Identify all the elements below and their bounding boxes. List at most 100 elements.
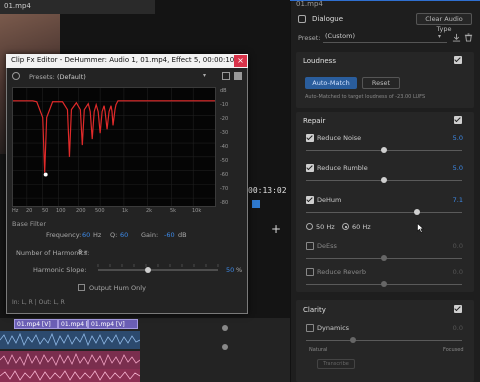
clear-audio-type-button[interactable]: Clear Audio Type	[416, 13, 472, 33]
auto-match-note: Auto-Matched to target loudness of -23.0…	[305, 94, 426, 100]
repair-row-slider-thumb[interactable]	[381, 147, 387, 153]
hz-tick-label: 5k	[170, 208, 177, 214]
hz-60-radio[interactable]	[342, 223, 349, 230]
harmonic-slope-value[interactable]: 50	[226, 266, 234, 274]
chevron-down-icon[interactable]: ▾	[438, 33, 441, 40]
audio-waveform-track-1[interactable]	[0, 331, 140, 349]
natural-label: Natural	[309, 347, 328, 353]
gain-unit: dB	[178, 231, 187, 239]
db-tick-label: -70	[220, 186, 229, 192]
add-button[interactable]: +	[271, 222, 281, 236]
close-button[interactable]: ×	[234, 55, 247, 67]
transcribe-button[interactable]: Transcribe	[317, 359, 355, 369]
keyframe-marker[interactable]	[222, 325, 228, 331]
loudness-checkbox[interactable]	[454, 56, 462, 64]
gain-value[interactable]: -60	[164, 231, 175, 239]
dynamics-slider-track[interactable]	[306, 340, 462, 341]
dynamics-value: 0.0	[452, 324, 463, 332]
hz-50-radio[interactable]	[306, 223, 313, 230]
repair-row-checkbox[interactable]	[306, 164, 314, 172]
timeline-clip[interactable]: 01.mp4 [V]	[14, 319, 58, 329]
audio-waveform-track-2[interactable]	[0, 351, 140, 369]
hz-50-label: 50 Hz	[316, 223, 335, 231]
repair-row-checkbox[interactable]	[306, 242, 314, 250]
repair-row-slider-track[interactable]	[306, 212, 462, 213]
frequency-response-graph[interactable]	[12, 87, 216, 207]
clarity-checkbox[interactable]	[454, 305, 462, 313]
timeline-clip[interactable]: 01.mp4 [V]	[58, 319, 88, 329]
repair-row-slider-thumb[interactable]	[381, 255, 387, 261]
db-tick-label: -50	[220, 158, 229, 164]
presets-label: Presets:	[29, 73, 55, 81]
chevron-down-icon[interactable]: ▾	[203, 72, 206, 79]
repair-row-label: Reduce Noise	[317, 134, 362, 142]
video-tab[interactable]: 01.mp4	[0, 0, 155, 14]
save-preset-icon[interactable]	[452, 33, 461, 42]
db-tick-label: -10	[220, 102, 229, 108]
panel-tab[interactable]: 01.mp4	[296, 0, 323, 8]
audio-waveform-track-3[interactable]	[0, 369, 140, 382]
repair-row-label: DeHum	[317, 196, 342, 204]
gain-label: Gain:	[141, 231, 159, 239]
repair-title: Repair	[303, 117, 326, 125]
preset-select[interactable]: (Custom)	[323, 32, 447, 43]
hz-tick-label: 10k	[192, 208, 202, 214]
db-tick-label: -40	[220, 144, 229, 150]
q-label: Q:	[110, 231, 118, 239]
trash-icon[interactable]	[464, 33, 473, 42]
repair-row-label: Reduce Rumble	[317, 164, 368, 172]
io-channels-label: In: L, R | Out: L, R	[12, 299, 65, 306]
keyframe-marker[interactable]	[222, 344, 228, 350]
power-icon[interactable]	[12, 72, 20, 80]
mouse-cursor-icon	[417, 223, 424, 233]
repair-row-slider-thumb[interactable]	[413, 209, 420, 215]
repair-row-value: 0.0	[452, 268, 463, 276]
repair-checkbox[interactable]	[454, 116, 462, 124]
hz-tick-label: 200	[76, 208, 86, 214]
q-value[interactable]: 60	[120, 231, 128, 239]
save-preset-icon[interactable]	[222, 72, 230, 80]
chevron-down-icon: ▾	[84, 248, 88, 256]
hz-tick-label: 2k	[146, 208, 153, 214]
frequency-value[interactable]: 60	[82, 231, 90, 239]
db-tick-label: -80	[220, 200, 229, 206]
repair-row-slider-thumb[interactable]	[381, 281, 387, 287]
harmonic-slope-slider[interactable]	[96, 262, 220, 274]
hz-tick-label: 100	[56, 208, 66, 214]
dynamics-label: Dynamics	[317, 324, 350, 332]
frequency-label: Frequency:	[46, 231, 82, 239]
harmonics-select[interactable]: 8 ▾	[78, 248, 98, 257]
output-hum-only-label: Output Hum Only	[89, 284, 146, 292]
repair-row-label: DeEss	[317, 242, 337, 250]
db-tick-label: -20	[220, 116, 229, 122]
reset-button[interactable]: Reset	[362, 77, 400, 89]
repair-row-value: 5.0	[452, 164, 463, 172]
audio-type-label: Dialogue	[312, 15, 344, 23]
presets-select[interactable]: (Default)	[57, 73, 86, 81]
repair-row-slider-thumb[interactable]	[381, 177, 387, 183]
output-hum-only-checkbox[interactable]	[78, 284, 85, 291]
dialogue-icon	[298, 15, 306, 23]
dynamics-checkbox[interactable]	[306, 324, 314, 332]
db-tick-label: -60	[220, 172, 229, 178]
base-filter-title: Base Filter	[12, 220, 46, 228]
repair-row-checkbox[interactable]	[306, 196, 314, 204]
repair-row-checkbox[interactable]	[306, 134, 314, 142]
auto-match-button[interactable]: Auto-Match	[305, 77, 357, 89]
harmonic-slope-unit: %	[236, 266, 243, 274]
harmonic-slope-label: Harmonic Slope:	[33, 266, 87, 274]
hz-tick-label: 20	[26, 208, 33, 214]
playhead-timecode: 00:13:02	[248, 186, 287, 195]
preset-label: Preset:	[298, 34, 321, 42]
focused-label: Focused	[443, 347, 464, 353]
timeline-clip[interactable]: 01.mp4 [V]	[88, 319, 138, 329]
db-tick-label: dB	[220, 88, 227, 94]
hz-tick-label: 1k	[122, 208, 129, 214]
harmonics-value: 8	[78, 248, 83, 256]
dynamics-slider-thumb[interactable]	[350, 337, 356, 343]
playhead-marker[interactable]	[252, 200, 260, 208]
loudness-title: Loudness	[303, 57, 336, 65]
delete-preset-icon[interactable]	[234, 72, 242, 80]
repair-row-checkbox[interactable]	[306, 268, 314, 276]
repair-row-value: 5.0	[452, 134, 463, 142]
